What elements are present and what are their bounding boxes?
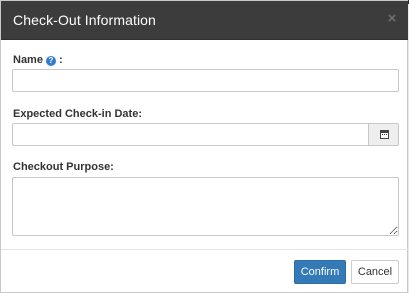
checkout-dialog: Check-Out Information × Name? : Expected… [0,0,408,293]
name-label: Name? : [13,54,63,66]
footer-divider [1,249,408,250]
calendar-button[interactable] [368,123,399,146]
purpose-textarea[interactable] [12,177,399,236]
close-icon[interactable]: × [385,11,399,27]
name-input[interactable] [12,69,399,92]
cancel-button[interactable]: Cancel [351,260,399,284]
name-label-suffix: : [55,54,63,66]
name-label-text: Name [13,54,43,66]
question-circle-icon[interactable]: ? [45,56,56,66]
confirm-button[interactable]: Confirm [294,260,346,284]
dialog-title: Check-Out Information [13,12,156,28]
date-picker [12,123,399,146]
dialog-header: Check-Out Information × [1,1,408,40]
date-label: Expected Check-in Date: [13,108,142,120]
purpose-label: Checkout Purpose: [13,161,114,173]
date-input[interactable] [12,123,368,146]
calendar-icon [380,130,389,139]
